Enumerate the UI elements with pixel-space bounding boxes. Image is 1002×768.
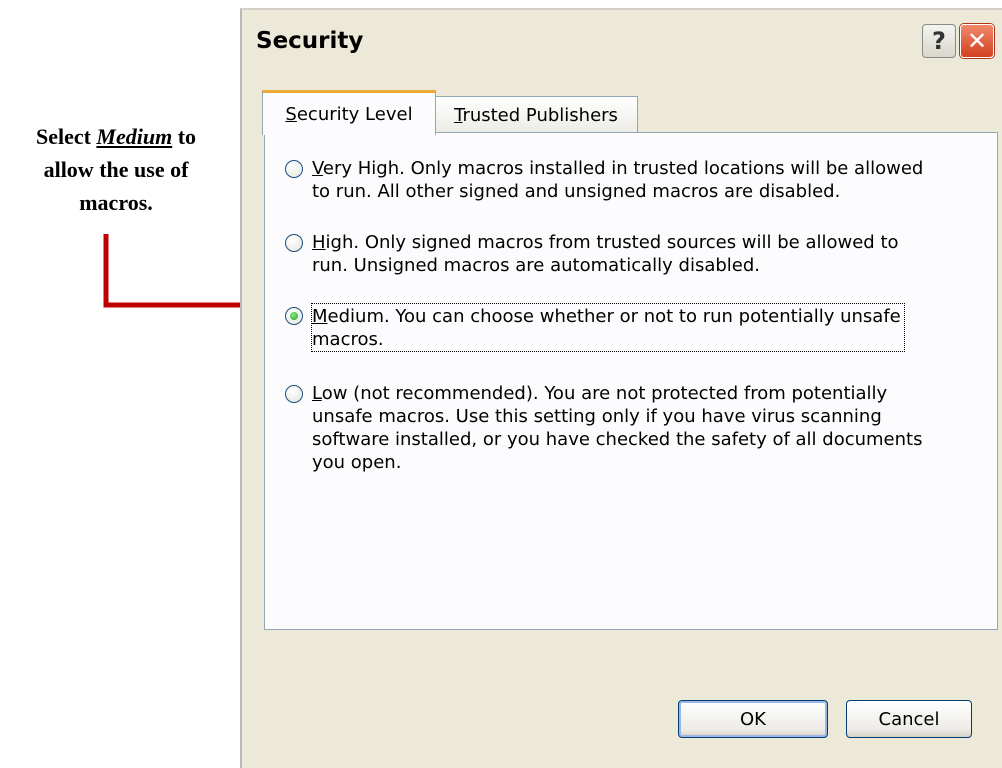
option-medium[interactable]: Medium. You can choose whether or not to… (285, 303, 905, 352)
option-medium-label: Medium. You can choose whether or not to… (311, 303, 905, 352)
cancel-button-label: Cancel (878, 708, 940, 730)
cancel-button[interactable]: Cancel (846, 700, 972, 738)
tab-security-level[interactable]: Security Level (262, 90, 436, 135)
option-very-high-label: Very High. Only macros installed in trus… (312, 158, 924, 202)
help-icon: ? (932, 27, 946, 55)
option-high[interactable]: High. Only signed macros from trusted so… (285, 231, 899, 277)
security-dialog: Security ? ✕ Security Level Trusted Publ… (240, 8, 1002, 768)
tab-security-level-label: Security Level (285, 103, 413, 125)
option-high-label: High. Only signed macros from trusted so… (312, 232, 899, 276)
close-button[interactable]: ✕ (960, 24, 994, 58)
radio-low[interactable] (285, 385, 303, 403)
security-level-panel: Very High. Only macros installed in trus… (264, 132, 998, 630)
tab-trusted-publishers-label: Trusted Publishers (454, 105, 618, 126)
option-low-label: Low (not recommended). You are not prote… (312, 383, 923, 473)
radio-very-high[interactable] (285, 160, 303, 178)
close-icon: ✕ (966, 27, 988, 55)
ok-button-label: OK (740, 708, 766, 730)
tab-trusted-publishers[interactable]: Trusted Publishers (434, 96, 638, 134)
option-low[interactable]: Low (not recommended). You are not prote… (285, 382, 922, 474)
option-very-high[interactable]: Very High. Only macros installed in trus… (285, 157, 923, 203)
title-bar[interactable]: Security ? ✕ (242, 10, 1002, 70)
radio-medium[interactable] (285, 307, 303, 325)
help-button[interactable]: ? (922, 24, 956, 58)
ok-button[interactable]: OK (678, 700, 828, 738)
radio-high[interactable] (285, 234, 303, 252)
dialog-title: Security (256, 28, 364, 54)
